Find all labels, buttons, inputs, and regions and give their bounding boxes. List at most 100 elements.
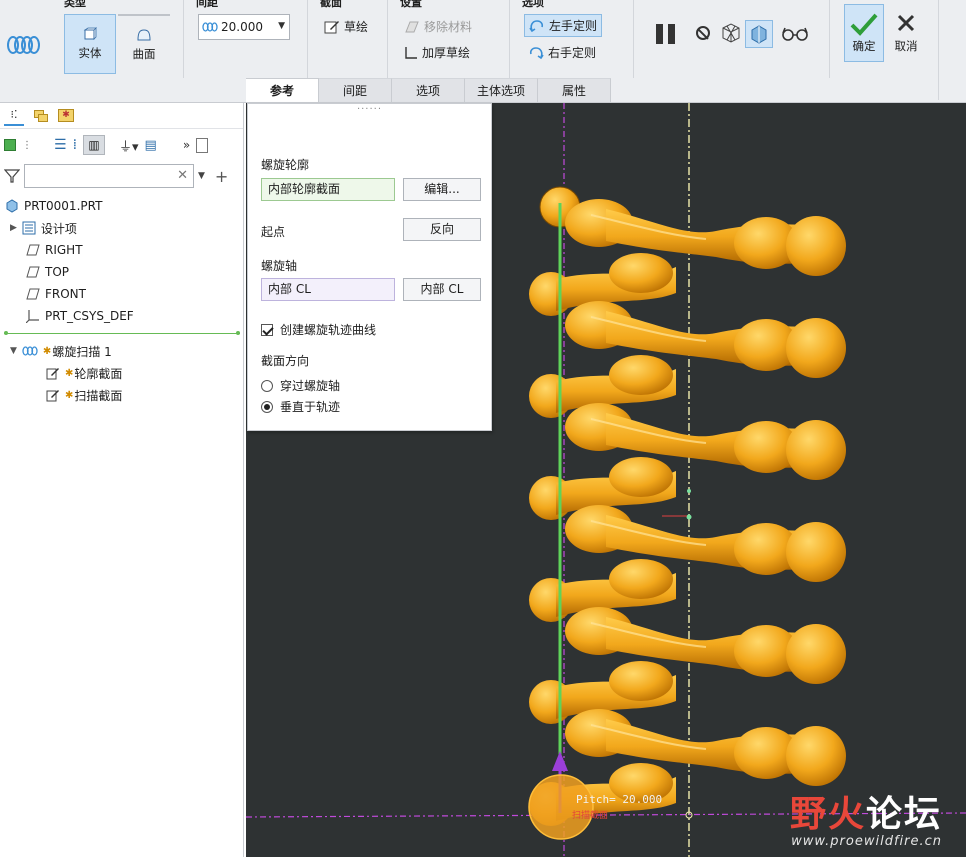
pitch-group-title: 间距 [196, 0, 218, 9]
ok-button[interactable]: 确定 [844, 4, 884, 62]
dashboard-tabs: 参考 间距 选项 主体选项 属性 [246, 78, 611, 102]
direction-arrow-head [552, 751, 568, 771]
panel-grip[interactable]: ······ [248, 104, 491, 115]
tree-item-part[interactable]: PRT0001.PRT [0, 195, 244, 217]
remove-material-button[interactable]: 移除材料 [404, 18, 472, 35]
tree-settings-icon[interactable]: ▥ [83, 135, 106, 155]
tree-item-top[interactable]: TOP [0, 261, 244, 283]
datum-plane-icon [26, 244, 40, 256]
cancel-label: 取消 [894, 39, 918, 53]
ribbon-separator [938, 0, 939, 100]
pitch-dimension-label[interactable]: Pitch= 20.000 [576, 793, 662, 806]
model-tree: PRT0001.PRT ▶ 设计项 RIGHT TOP FRONT PRT_CS… [0, 195, 244, 406]
tab-properties[interactable]: 属性 [538, 78, 611, 102]
tree-item-design-items[interactable]: ▶ 设计项 [0, 217, 244, 239]
coil-right-ball [786, 726, 846, 786]
pause-icon[interactable] [656, 24, 678, 44]
tree-columns-icon[interactable]: ⁞ [73, 137, 77, 153]
radio-circle[interactable] [261, 400, 273, 413]
thicken-icon [405, 46, 417, 59]
helix-axis-label: 螺旋轴 [261, 259, 298, 273]
new-feature-star-icon: ✱ [42, 345, 52, 357]
geometry-preview-icon[interactable] [745, 20, 773, 48]
filter-dropdown-icon[interactable]: ▼ [198, 171, 205, 181]
pitch-dropdown[interactable]: 20.000 ▼ [198, 14, 290, 40]
settings-group-title: 设置 [400, 0, 422, 9]
filter-icon [4, 169, 20, 183]
tree-item-front[interactable]: FRONT [0, 283, 244, 305]
tab-body-options[interactable]: 主体选项 [465, 78, 538, 102]
expand-more-icon[interactable]: » [183, 138, 190, 152]
part-icon [6, 199, 18, 213]
surface-button[interactable]: 曲面 [118, 14, 170, 74]
tree-list-icon[interactable]: ☰ [54, 137, 67, 153]
tree-item-sweep-section[interactable]: ✱ 扫描截面 [0, 384, 244, 406]
radio-through-axis[interactable]: 穿过螺旋轴 [261, 377, 340, 394]
tree-filter: ✕ ▼ + [4, 163, 240, 189]
watermark-title: 野火论坛 [789, 794, 942, 835]
document-icon[interactable] [196, 137, 209, 153]
tree-item-csys[interactable]: PRT_CSYS_DEF [0, 305, 244, 327]
options-group-title: 选项 [522, 0, 544, 9]
folder-browser-icon[interactable] [32, 108, 50, 124]
tab-pitch[interactable]: 间距 [319, 78, 392, 102]
left-hand-rule-button[interactable]: 左手定则 [524, 14, 603, 37]
right-hand-rule-button[interactable]: 右手定则 [528, 44, 596, 61]
tree-toolbar: ⋮ ☰ ⁞ ▥ ⏚▾ ▤ » [4, 133, 239, 157]
close-icon [897, 14, 915, 32]
checkbox-box[interactable] [261, 323, 273, 336]
model-display-icon[interactable] [4, 139, 16, 151]
profile-label: 螺旋轮廓 [261, 158, 310, 172]
solid-button[interactable]: 实体 [64, 14, 116, 74]
csys-icon [26, 310, 39, 323]
start-point-label: 起点 [261, 225, 286, 239]
expand-arrow-icon[interactable]: ▶ [10, 223, 17, 233]
filter-input[interactable]: ✕ [24, 164, 194, 188]
tree-item-label: RIGHT [45, 243, 83, 257]
glasses-icon[interactable] [782, 26, 808, 45]
collapse-arrow-icon[interactable]: ▼ [10, 346, 17, 356]
no-preview-icon[interactable] [696, 26, 710, 40]
radio-normal-label: 垂直于轨迹 [280, 400, 341, 414]
radio-circle[interactable] [261, 379, 273, 392]
surface-label: 曲面 [132, 47, 156, 61]
cancel-button[interactable]: 取消 [886, 4, 926, 62]
clear-filter-icon[interactable]: ✕ [177, 168, 188, 183]
favorites-icon[interactable]: ✱ [58, 109, 74, 122]
forum-watermark: 野火论坛 www.proewildfire.cn [789, 794, 942, 850]
axis-point-marker [686, 514, 692, 520]
tree-item-helical-sweep[interactable]: ▼ ✱ 螺旋扫描 1 [0, 340, 244, 362]
model-tree-tab-icon[interactable]: ⁝⁚ [4, 106, 24, 126]
radio-normal-trajectory[interactable]: 垂直于轨迹 [261, 398, 340, 415]
datum-plane-icon [26, 266, 40, 278]
tree-item-label: 扫描截面 [74, 388, 123, 403]
thicken-sketch-button[interactable]: 加厚草绘 [404, 44, 470, 61]
coil-right-ball [786, 216, 846, 276]
coil-back-bulb [609, 457, 673, 497]
sketch-button[interactable]: 草绘 [324, 18, 368, 35]
references-panel: ······ 螺旋轮廓 内部轮廓截面 编辑... 起点 反向 螺旋轴 内部 CL… [247, 103, 492, 431]
tab-options[interactable]: 选项 [392, 78, 465, 102]
add-filter-icon[interactable]: + [215, 167, 228, 186]
more-vertical-icon[interactable]: ⋮ [22, 140, 32, 151]
reverse-button[interactable]: 反向 [403, 218, 481, 241]
tree-item-profile-section[interactable]: ✱ 轮廓截面 [0, 362, 244, 384]
edit-button[interactable]: 编辑... [403, 178, 481, 201]
radio-through-axis-label: 穿过螺旋轴 [280, 379, 341, 393]
type-group: 类型 实体 曲面 [52, 0, 184, 78]
create-curve-label: 创建螺旋轨迹曲线 [280, 323, 377, 337]
coil-back-bulb [609, 661, 673, 701]
insert-indicator[interactable] [4, 331, 240, 335]
profile-collector[interactable]: 内部轮廓截面 [261, 178, 395, 201]
sweep-section-label[interactable]: 扫描截面 [572, 809, 608, 821]
layer-tree-icon[interactable]: ▤ [145, 138, 157, 153]
tab-references[interactable]: 参考 [246, 78, 319, 102]
show-filter-icon[interactable]: ⏚▾ [119, 136, 139, 155]
tree-item-right[interactable]: RIGHT [0, 239, 244, 261]
mesh-preview-icon[interactable] [720, 22, 742, 47]
internal-cl-button[interactable]: 内部 CL [403, 278, 481, 301]
tree-item-label: FRONT [45, 287, 86, 301]
helix-axis-collector[interactable]: 内部 CL [261, 278, 395, 301]
tree-item-label: 轮廓截面 [74, 366, 123, 381]
create-curve-checkbox[interactable]: 创建螺旋轨迹曲线 [261, 321, 376, 338]
